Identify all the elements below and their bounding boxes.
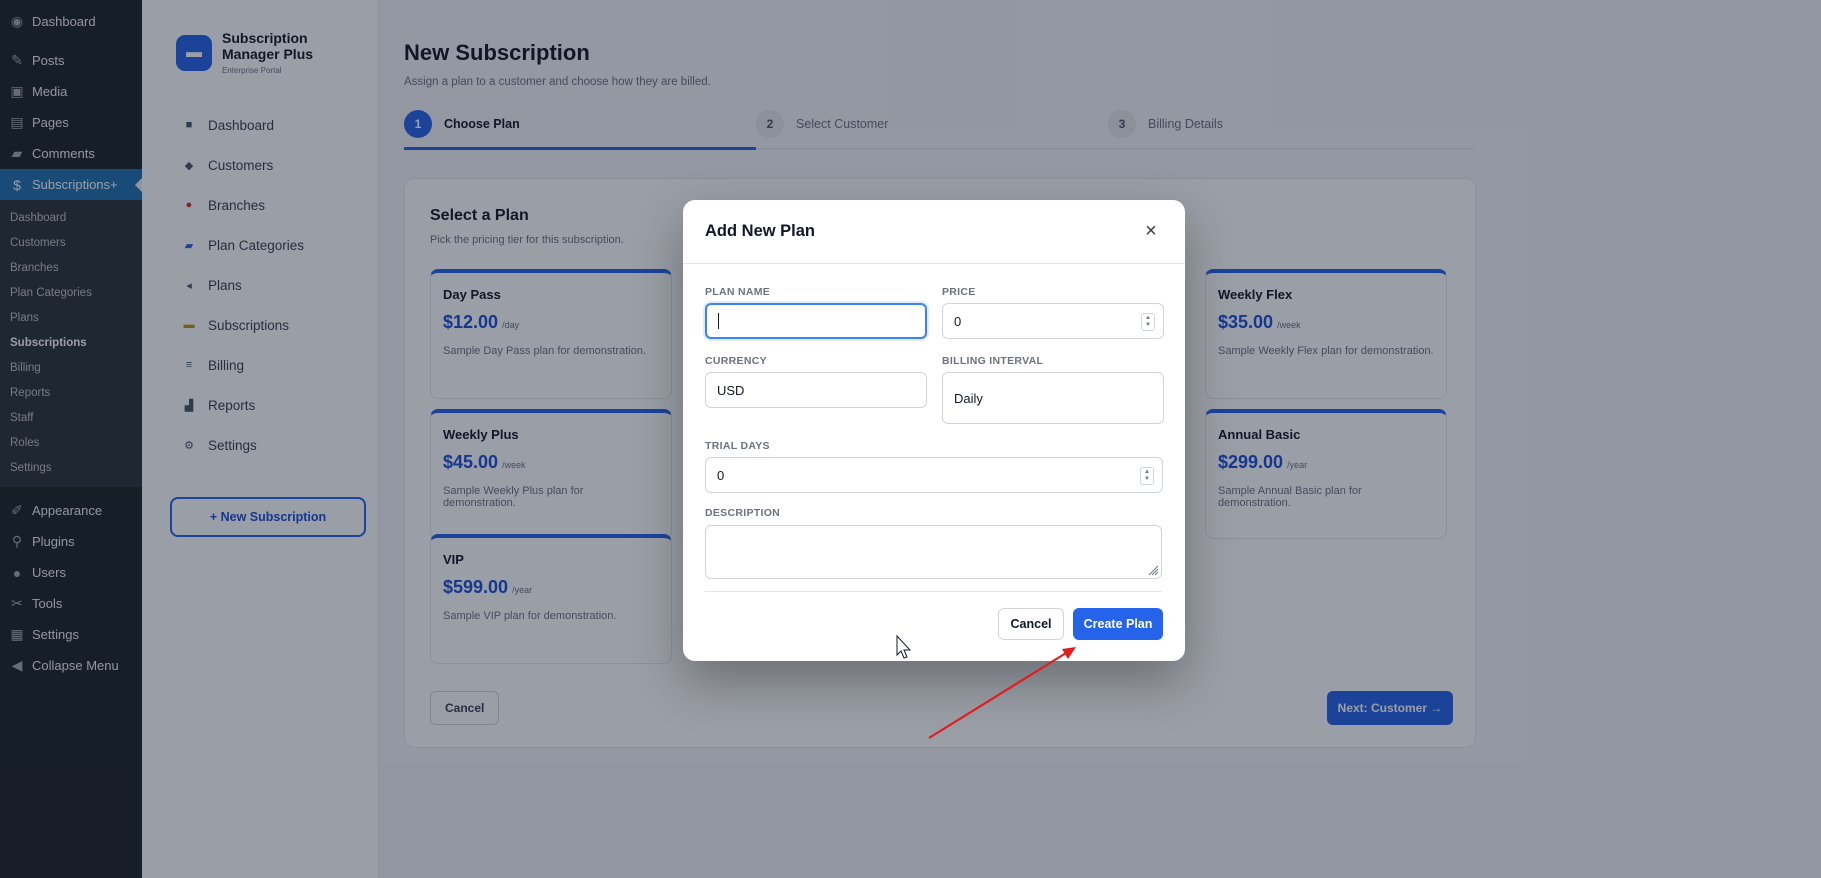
description-textarea[interactable] xyxy=(705,525,1162,579)
close-icon[interactable]: × xyxy=(1139,220,1163,244)
description-label: DESCRIPTION xyxy=(705,507,781,519)
billing-interval-label: BILLING INTERVAL xyxy=(942,355,1044,367)
create-plan-button[interactable]: Create Plan xyxy=(1073,608,1163,640)
text-caret xyxy=(718,313,719,329)
trial-days-input[interactable]: 0 ▲ ▼ xyxy=(705,457,1163,493)
cancel-button[interactable]: Cancel xyxy=(998,608,1064,640)
number-spinner-icon[interactable]: ▲ ▼ xyxy=(1141,313,1155,331)
modal-divider xyxy=(705,591,1162,592)
trial-days-label: TRIAL DAYS xyxy=(705,440,770,452)
price-label: PRICE xyxy=(942,286,976,298)
currency-label: CURRENCY xyxy=(705,355,767,367)
resize-grip-icon[interactable] xyxy=(1147,564,1159,576)
currency-input[interactable]: USD xyxy=(705,372,927,408)
plan-name-label: PLAN NAME xyxy=(705,286,771,298)
price-input[interactable]: 0 ▲ ▼ xyxy=(942,303,1164,339)
plan-name-input[interactable] xyxy=(705,303,927,339)
modal-title: Add New Plan xyxy=(705,222,816,240)
modal-header: Add New Plan × xyxy=(683,200,1185,264)
billing-interval-select[interactable]: Daily xyxy=(942,372,1164,424)
number-spinner-icon[interactable]: ▲ ▼ xyxy=(1140,467,1154,485)
add-plan-modal: Add New Plan × PLAN NAME PRICE 0 ▲ ▼ CURR… xyxy=(683,200,1185,661)
